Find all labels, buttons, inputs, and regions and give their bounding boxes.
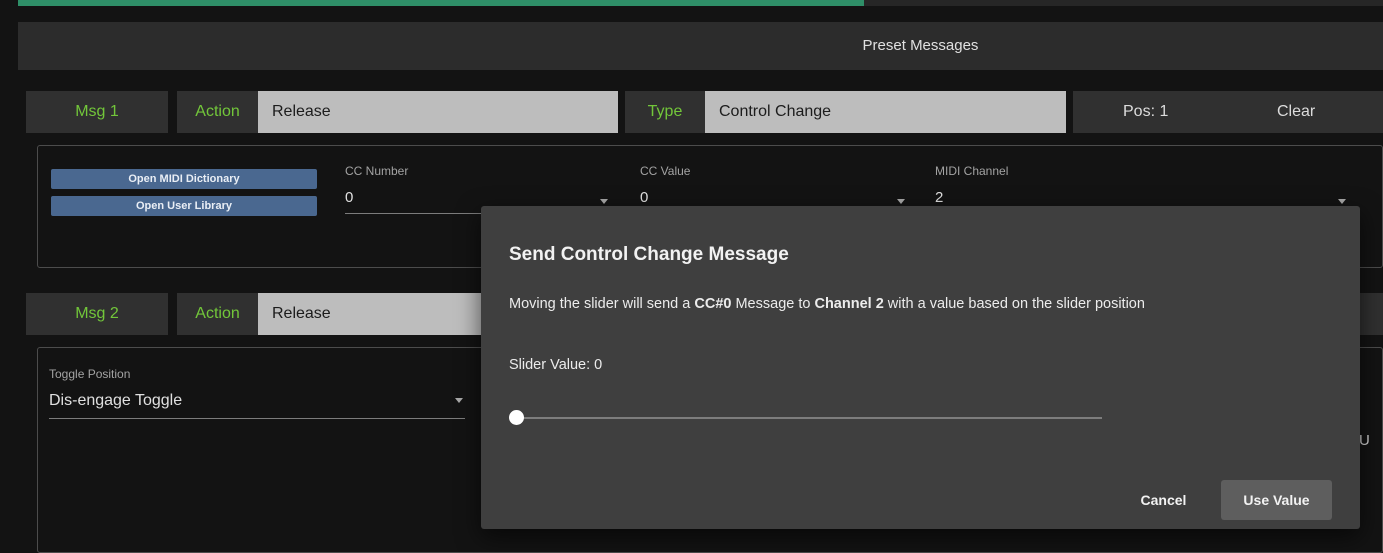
cc-number-underline bbox=[345, 213, 481, 214]
dialog-cc-number: CC#0 bbox=[694, 296, 732, 312]
cc-value-slider-track[interactable] bbox=[516, 417, 1102, 419]
clipped-field-text: U bbox=[1359, 432, 1370, 449]
header-title: Preset Messages bbox=[862, 37, 979, 54]
dialog-title: Send Control Change Message bbox=[509, 244, 789, 265]
msg2-action-label: Action bbox=[177, 293, 258, 335]
dialog-text-part: with a value based on the slider positio… bbox=[883, 296, 1145, 312]
dialog-channel: Channel 2 bbox=[814, 296, 884, 312]
cc-number-dropdown-icon[interactable] bbox=[600, 199, 608, 204]
progress-bar bbox=[18, 0, 1383, 6]
slider-value-label: Slider Value: 0 bbox=[509, 357, 603, 373]
midi-channel-label: MIDI Channel bbox=[935, 164, 1009, 178]
toggle-position-value[interactable]: Dis-engage Toggle bbox=[49, 392, 182, 410]
use-value-button[interactable]: Use Value bbox=[1221, 480, 1332, 520]
cancel-button[interactable]: Cancel bbox=[1121, 480, 1206, 520]
toggle-position-underline bbox=[49, 418, 465, 419]
dialog-description: Moving the slider will send a CC#0 Messa… bbox=[509, 294, 1149, 314]
progress-fill bbox=[18, 0, 865, 6]
msg1-clear-button[interactable]: Clear bbox=[1277, 91, 1315, 133]
msg1-type-select[interactable]: Control Change bbox=[705, 91, 1066, 133]
cc-value-label: CC Value bbox=[640, 164, 691, 178]
cc-value-slider-thumb[interactable] bbox=[509, 410, 524, 425]
cc-number-label: CC Number bbox=[345, 164, 409, 178]
toggle-position-dropdown-icon[interactable] bbox=[455, 398, 463, 403]
msg2-label[interactable]: Msg 2 bbox=[26, 293, 168, 335]
send-control-change-dialog: Send Control Change Message Moving the s… bbox=[481, 206, 1360, 529]
open-user-library-button[interactable]: Open User Library bbox=[51, 196, 317, 216]
msg1-pos-label: Pos: 1 bbox=[1123, 103, 1169, 120]
cc-value-dropdown-icon[interactable] bbox=[897, 199, 905, 204]
msg1-type-label: Type bbox=[625, 91, 705, 133]
midi-channel-dropdown-icon[interactable] bbox=[1338, 199, 1346, 204]
cc-value-value[interactable]: 0 bbox=[640, 189, 648, 206]
open-midi-dictionary-button[interactable]: Open MIDI Dictionary bbox=[51, 169, 317, 189]
midi-channel-value[interactable]: 2 bbox=[935, 189, 943, 206]
preset-messages-header: Preset Messages bbox=[18, 22, 1383, 70]
toggle-position-label: Toggle Position bbox=[49, 367, 131, 381]
msg1-action-label: Action bbox=[177, 91, 258, 133]
dialog-text-part: Message to bbox=[731, 296, 815, 312]
cc-number-value[interactable]: 0 bbox=[345, 189, 353, 206]
msg1-action-select[interactable]: Release bbox=[258, 91, 618, 133]
dialog-text-part: Moving the slider will send a bbox=[509, 296, 695, 312]
msg1-label[interactable]: Msg 1 bbox=[26, 91, 168, 133]
msg1-pos-clear-bar: Pos: 1 Clear bbox=[1073, 91, 1383, 133]
msg2-action-select[interactable]: Release bbox=[258, 293, 488, 335]
